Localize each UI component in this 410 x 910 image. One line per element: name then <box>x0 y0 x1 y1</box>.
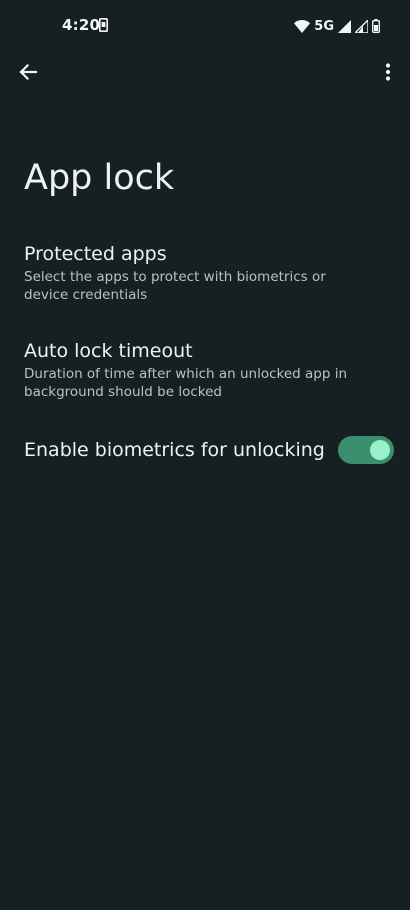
back-button[interactable] <box>10 52 46 92</box>
sim-notification-icon <box>99 18 108 32</box>
pref-enable-biometrics[interactable]: Enable biometrics for unlocking <box>24 430 394 470</box>
wifi-icon <box>294 19 311 33</box>
status-time: 4:20 <box>62 16 101 34</box>
toggle-thumb <box>370 440 390 460</box>
battery-icon <box>372 19 380 33</box>
app-lock-screen: 4:20 5G App lock Protected apps Select t… <box>0 0 410 910</box>
pref-enable-biometrics-title: Enable biometrics for unlocking <box>24 439 325 461</box>
pref-auto-lock-timeout[interactable]: Auto lock timeout Duration of time after… <box>24 339 390 401</box>
pref-protected-apps-title: Protected apps <box>24 243 167 265</box>
biometrics-toggle-switch[interactable] <box>338 436 394 464</box>
signal-icon <box>338 19 351 33</box>
network-type: 5G <box>314 18 334 34</box>
arrow-left-icon <box>18 62 38 82</box>
top-app-bar <box>0 52 410 96</box>
more-options-button[interactable] <box>374 52 402 92</box>
pref-protected-apps-summary: Select the apps to protect with biometri… <box>24 269 326 303</box>
pref-auto-lock-timeout-title: Auto lock timeout <box>24 340 193 362</box>
more-vert-icon <box>385 63 391 81</box>
pref-protected-apps[interactable]: Protected apps Select the apps to protec… <box>24 242 390 304</box>
pref-auto-lock-timeout-summary: Duration of time after which an unlocked… <box>24 366 348 400</box>
status-bar: 4:20 5G <box>0 0 410 52</box>
status-icons: 5G <box>294 16 380 36</box>
page-title: App lock <box>24 158 175 198</box>
signal-icon-2 <box>355 19 368 33</box>
